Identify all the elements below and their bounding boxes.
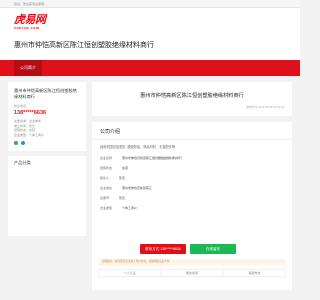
kv-value: 暂无 <box>119 196 126 200</box>
nav-item-company-intro[interactable]: 公司简介 <box>14 60 42 76</box>
section-title: 公司介绍 <box>100 129 121 135</box>
tips-banner: 温馨提示：本页面信息来源于用户提交，请谨慎核实后合作 <box>98 259 286 265</box>
company-intro-card: 公司介绍 经营范围包括零售: 塑胶制品、绝缘材料、五金配件等 企业名称惠州市仲恺… <box>92 122 292 290</box>
kv-key: 企业地址 <box>100 186 113 190</box>
contact-phone-button[interactable]: 联系方式 138*****6636 <box>140 244 186 254</box>
product-category-title: 产品分类 <box>14 160 31 165</box>
kv-key: 企业类型 <box>100 206 113 210</box>
sidebar-company-name: 惠州市仲恺高新区陈江恒创塑胶绝缘材料商行 <box>14 88 77 99</box>
message-button[interactable]: 在线留言 <box>190 244 236 254</box>
phone-label: 联系电话 <box>14 104 27 108</box>
kv-key: 经营状态 <box>100 166 113 170</box>
service-item: 服务承诺 <box>161 270 224 276</box>
top-bar: 您好，欢迎来到虎易网 <box>0 0 300 8</box>
company-title: 惠州市仲恺高新区陈江恒创塑胶绝缘材料商行 <box>14 42 154 49</box>
product-category-box: 产品分类 <box>8 156 86 236</box>
kv-value: 惠州市仲恺高新区陈江恒创塑胶绝缘材料商行 <box>122 156 183 160</box>
divider <box>92 139 292 140</box>
site-logo[interactable]: 虎易网 cnhrzp.com <box>14 14 56 36</box>
publish-meta: 发布时间 2023-05-15 07:12:33 <box>246 105 284 109</box>
kv-value: 暂无 <box>119 176 126 180</box>
intro-text: 经营范围包括零售: 塑胶制品、绝缘材料、五金配件等 <box>100 145 176 149</box>
kv-value: 在营 <box>122 166 129 170</box>
sidebar: 惠州市仲恺高新区陈江恒创塑胶绝缘材料商行 联系电话 138*****6636 注… <box>8 82 86 236</box>
kv-value: 惠州市仲恺高新区陈江 <box>122 186 153 190</box>
title-card: 惠州市仲恺高新区陈江恒创塑胶绝缘材料商行 发布时间 2023-05-15 07:… <box>92 82 292 116</box>
kv-key: 注册号 <box>100 196 110 200</box>
kv-row: 企业名称 惠州市仲恺高新区陈江恒创塑胶绝缘材料商行 <box>100 156 182 160</box>
logo-main-text: 虎易网 <box>14 13 46 26</box>
service-item: 个人认证 <box>99 270 162 276</box>
phone-number[interactable]: 138*****6636 <box>14 110 80 116</box>
welcome-text: 您好，欢迎来到虎易网 <box>14 2 45 6</box>
kv-row: 联系人 暂无 <box>100 176 125 180</box>
kv-key: 企业名称 <box>100 156 113 160</box>
header: 虎易网 cnhrzp.com 惠州市仲恺高新区陈江恒创塑胶绝缘材料商行 <box>0 8 300 60</box>
company-info-list: 注册资本：企业参考 成立时间：暂无 经营状态：在营 企业类型：个体工商户 <box>14 119 80 137</box>
kv-row: 企业类型 个体工商户 <box>100 206 137 210</box>
shield-icon <box>21 141 25 145</box>
kv-row: 企业地址 惠州市仲恺高新区陈江 <box>100 186 152 190</box>
main-content: 惠州市仲恺高新区陈江恒创塑胶绝缘材料商行 发布时间 2023-05-15 07:… <box>92 82 292 290</box>
main-company-title: 惠州市仲恺高新区陈江恒创塑胶绝缘材料商行 <box>140 93 244 99</box>
kv-key: 联系人 <box>100 176 110 180</box>
service-item: 客服热线 <box>248 271 261 275</box>
auth-badges <box>14 141 80 145</box>
kv-value: 个体工商户 <box>122 206 138 210</box>
kv-row: 经营状态 在营 <box>100 166 128 170</box>
service-row: 个人认证 服务承诺 客服热线 <box>98 269 286 277</box>
nav-bar: 公司简介 <box>0 60 300 76</box>
action-buttons: 联系方式 138*****6636 在线留言 <box>92 244 292 254</box>
logo-sub-text: cnhrzp.com <box>14 26 40 30</box>
kv-row: 注册号 暂无 <box>100 196 125 200</box>
info-item: 企业类型：个体工商户 <box>14 132 45 137</box>
company-card: 惠州市仲恺高新区陈江恒创塑胶绝缘材料商行 联系电话 138*****6636 注… <box>8 82 86 151</box>
verified-icon <box>14 141 18 145</box>
